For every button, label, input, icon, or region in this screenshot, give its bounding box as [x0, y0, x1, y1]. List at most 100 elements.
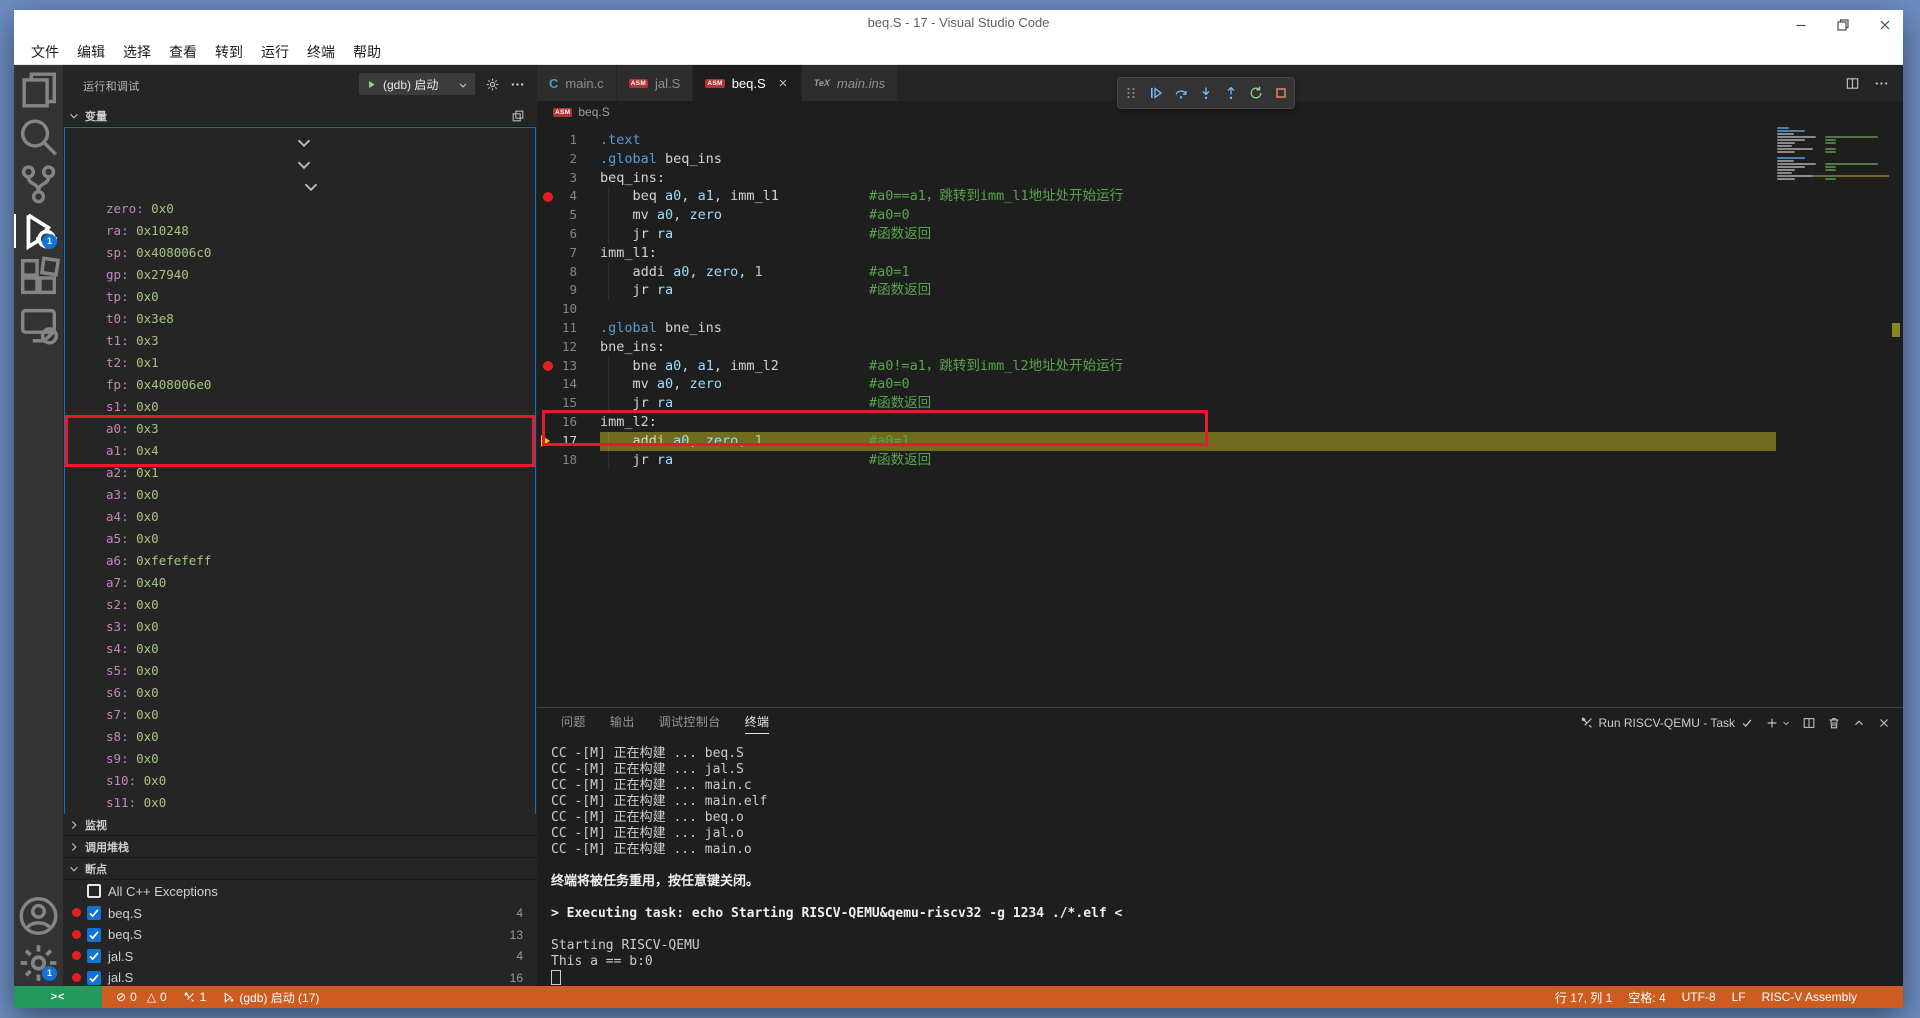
eol-status[interactable]: LF [1732, 990, 1746, 1004]
toolbar-drag-handle[interactable] [1121, 83, 1141, 103]
collapse-panel-icon[interactable] [511, 109, 525, 123]
breakpoint-row-jal.S-4[interactable]: jal.S4 [63, 945, 537, 967]
remote-indicator[interactable]: >< [14, 986, 102, 1008]
tree-item-cpu[interactable]: CPU [65, 176, 535, 198]
close-panel-button[interactable] [1877, 716, 1891, 730]
activity-source-control-icon[interactable] [14, 161, 63, 207]
menu-item-5[interactable]: 运行 [252, 41, 298, 64]
activity-explorer-icon[interactable] [14, 67, 63, 113]
stop-button[interactable] [1271, 83, 1291, 103]
breakpoint-row-beq.S-4[interactable]: beq.S4 [63, 902, 537, 924]
tree-item-registers[interactable]: Registers [65, 154, 535, 176]
menu-item-2[interactable]: 选择 [114, 41, 160, 64]
code-editor[interactable]: 1.text2.global beq_ins3beq_ins:4 beq a0,… [537, 123, 1903, 708]
close-tab-icon[interactable] [777, 77, 789, 89]
checkbox-checked[interactable] [87, 971, 101, 985]
variables-tree[interactable]: LocalsRegistersCPUzero: 0x0ra: 0x10248sp… [64, 127, 536, 816]
register-s2[interactable]: s2: 0x0 [65, 594, 535, 616]
launch-config-dropdown[interactable]: (gdb) 启动 [359, 73, 475, 95]
code-line-13[interactable]: 13 bne a0, a1, imm_l2#a0!=a1，跳转到imm_l2地址… [537, 357, 1903, 376]
register-s11[interactable]: s11: 0x0 [65, 792, 535, 814]
more-actions-icon[interactable] [1874, 76, 1889, 91]
menu-item-7[interactable]: 帮助 [344, 41, 390, 64]
encoding-status[interactable]: UTF-8 [1682, 990, 1716, 1004]
activity-extensions-icon[interactable] [14, 255, 63, 301]
language-mode-status[interactable]: RISC-V Assembly [1762, 990, 1857, 1004]
register-fp[interactable]: fp: 0x408006e0 [65, 374, 535, 396]
register-s7[interactable]: s7: 0x0 [65, 704, 535, 726]
code-line-2[interactable]: 2.global beq_ins [537, 150, 1903, 169]
code-line-1[interactable]: 1.text [537, 131, 1903, 150]
tools-status[interactable]: 1 [183, 990, 207, 1004]
tree-item-locals[interactable]: Locals [65, 132, 535, 154]
activity-run-and-debug-icon[interactable]: 1 [14, 208, 63, 254]
call-stack-section-header[interactable]: 调用堆栈 [63, 836, 537, 858]
code-line-5[interactable]: 5 mv a0, zero#a0=0 [537, 206, 1903, 225]
register-a5[interactable]: a5: 0x0 [65, 528, 535, 550]
close-button[interactable] [1877, 17, 1893, 33]
code-line-7[interactable]: 7imm_l1: [537, 244, 1903, 263]
register-s3[interactable]: s3: 0x0 [65, 616, 535, 638]
start-debug-icon[interactable] [365, 78, 378, 91]
code-line-12[interactable]: 12bne_ins: [537, 338, 1903, 357]
code-line-3[interactable]: 3beq_ins: [537, 169, 1903, 188]
step-into-button[interactable] [1196, 83, 1216, 103]
menu-item-1[interactable]: 编辑 [68, 41, 114, 64]
checkbox-checked[interactable] [87, 949, 101, 963]
title-bar[interactable]: beq.S - 17 - Visual Studio Code [14, 10, 1903, 40]
activity-settings-icon[interactable]: 1 [14, 940, 63, 986]
register-s5[interactable]: s5: 0x0 [65, 660, 535, 682]
maximize-button[interactable] [1835, 17, 1851, 33]
code-line-11[interactable]: 11.global bne_ins [537, 319, 1903, 338]
register-ra[interactable]: ra: 0x10248 [65, 220, 535, 242]
register-a7[interactable]: a7: 0x40 [65, 572, 535, 594]
new-terminal-button[interactable] [1765, 716, 1791, 730]
register-t2[interactable]: t2: 0x1 [65, 352, 535, 374]
cursor-position-status[interactable]: 行 17, 列 1 [1555, 989, 1612, 1006]
register-a3[interactable]: a3: 0x0 [65, 484, 535, 506]
register-sp[interactable]: sp: 0x408006c0 [65, 242, 535, 264]
maximize-panel-button[interactable] [1852, 716, 1866, 730]
continue-button[interactable] [1146, 83, 1166, 103]
kill-terminal-button[interactable] [1827, 716, 1841, 730]
exceptions-breakpoint-row[interactable]: All C++ Exceptions [63, 880, 537, 902]
code-line-6[interactable]: 6 jr ra#函数返回 [537, 225, 1903, 244]
tab-main.c[interactable]: Cmain.c [537, 65, 617, 101]
menu-item-4[interactable]: 转到 [206, 41, 252, 64]
terminal-task-label[interactable]: Run RISCV-QEMU - Task [1599, 716, 1735, 730]
register-gp[interactable]: gp: 0x27940 [65, 264, 535, 286]
code-line-9[interactable]: 9 jr ra#函数返回 [537, 281, 1903, 300]
split-terminal-button[interactable] [1802, 716, 1816, 730]
menu-item-6[interactable]: 终端 [298, 41, 344, 64]
step-out-button[interactable] [1221, 83, 1241, 103]
register-s8[interactable]: s8: 0x0 [65, 726, 535, 748]
more-actions-icon[interactable] [510, 77, 525, 92]
panel-tab-调试控制台[interactable]: 调试控制台 [659, 713, 721, 734]
activity-account-icon[interactable] [14, 893, 63, 939]
panel-tab-终端[interactable]: 终端 [745, 713, 770, 734]
gear-icon[interactable] [485, 77, 500, 92]
register-tp[interactable]: tp: 0x0 [65, 286, 535, 308]
register-a6[interactable]: a6: 0xfefefeff [65, 550, 535, 572]
register-s9[interactable]: s9: 0x0 [65, 748, 535, 770]
step-over-button[interactable] [1171, 83, 1191, 103]
minimap[interactable] [1777, 127, 1889, 181]
menu-item-0[interactable]: 文件 [22, 41, 68, 64]
code-line-8[interactable]: 8 addi a0, zero, 1#a0=1 [537, 263, 1903, 282]
variables-section-header[interactable]: 变量 [63, 105, 537, 127]
register-a4[interactable]: a4: 0x0 [65, 506, 535, 528]
problems-status[interactable]: ⊘0 △0 [116, 990, 167, 1004]
code-line-14[interactable]: 14 mv a0, zero#a0=0 [537, 375, 1903, 394]
register-s6[interactable]: s6: 0x0 [65, 682, 535, 704]
restart-button[interactable] [1246, 83, 1266, 103]
breakpoints-section-header[interactable]: 断点 [63, 858, 537, 880]
terminal-output[interactable]: CC -[M] 正在构建 ... beq.SCC -[M] 正在构建 ... j… [551, 746, 1883, 986]
tab-main.ins[interactable]: TeXmain.ins [802, 65, 899, 101]
activity-search-icon[interactable] [14, 114, 63, 160]
register-t1[interactable]: t1: 0x3 [65, 330, 535, 352]
register-s4[interactable]: s4: 0x0 [65, 638, 535, 660]
register-zero[interactable]: zero: 0x0 [65, 198, 535, 220]
register-t0[interactable]: t0: 0x3e8 [65, 308, 535, 330]
panel-tab-输出[interactable]: 输出 [610, 713, 635, 734]
debug-session-status[interactable]: (gdb) 启动 (17) [222, 989, 319, 1006]
